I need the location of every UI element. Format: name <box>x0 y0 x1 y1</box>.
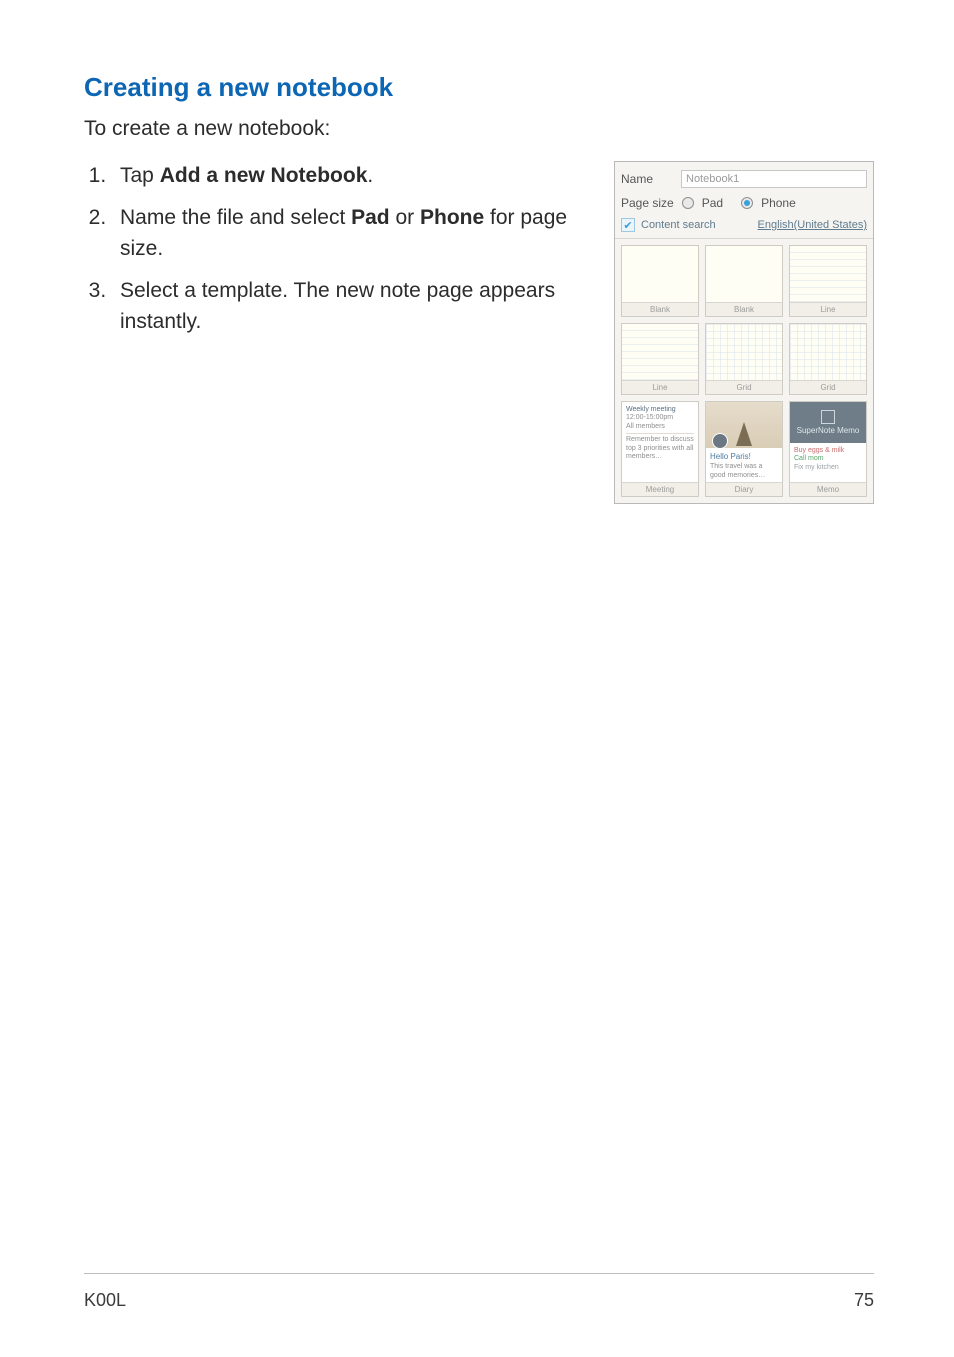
page-footer: K00L 75 <box>84 1273 874 1311</box>
template-memo[interactable]: SuperNote Memo Buy eggs & milk Call mom … <box>789 401 867 497</box>
notebook-name-input[interactable] <box>681 170 867 188</box>
caption-blank: Blank <box>622 303 698 316</box>
template-meeting[interactable]: Weekly meeting 12:00-15:00pm All members… <box>621 401 699 497</box>
template-line-2[interactable]: Line <box>621 323 699 395</box>
meeting-title: Weekly meeting <box>626 406 694 414</box>
step-2-mid: or <box>390 206 420 229</box>
memo-header: SuperNote Memo <box>790 402 866 443</box>
radio-pad[interactable] <box>682 197 694 209</box>
template-line-1[interactable]: Line <box>789 245 867 317</box>
diary-title: Hello Paris! <box>710 452 778 462</box>
meeting-note: Remember to discuss top 3 priorities wit… <box>626 433 694 461</box>
step-1-pre: Tap <box>120 164 160 187</box>
section-heading: Creating a new notebook <box>84 72 874 103</box>
preview-line <box>622 324 698 381</box>
step-3: Select a template. The new note page app… <box>112 276 586 337</box>
caption-line: Line <box>790 303 866 316</box>
template-grid-2[interactable]: Grid <box>789 323 867 395</box>
caption-grid: Grid <box>706 381 782 394</box>
name-label: Name <box>621 172 673 186</box>
preview-blank <box>706 246 782 303</box>
step-1-post: . <box>367 164 373 187</box>
caption-meeting: Meeting <box>622 482 698 496</box>
step-1: Tap Add a new Notebook. <box>112 161 586 191</box>
content-search-label: Content search <box>641 219 716 231</box>
memo-icon <box>821 410 835 424</box>
caption-memo: Memo <box>790 482 866 496</box>
diary-photo <box>706 402 782 448</box>
template-blank-1[interactable]: Blank <box>621 245 699 317</box>
preview-line <box>790 246 866 303</box>
caption-diary: Diary <box>706 482 782 496</box>
radio-pad-label: Pad <box>702 196 723 210</box>
memo-brand: SuperNote Memo <box>797 426 860 435</box>
step-2-bold-1: Pad <box>351 206 390 229</box>
memo-item-1: Buy eggs & milk <box>794 447 862 455</box>
intro-text: To create a new notebook: <box>84 117 874 141</box>
preview-grid <box>706 324 782 381</box>
template-grid: Blank Blank Line Line Grid <box>615 239 873 401</box>
step-1-bold: Add a new Notebook <box>160 164 368 187</box>
avatar-icon <box>712 433 728 449</box>
new-notebook-dialog: Name Page size Pad Phone ✔ Content searc… <box>614 161 874 504</box>
footer-page-number: 75 <box>854 1290 874 1311</box>
step-2-bold-2: Phone <box>420 206 484 229</box>
template-diary[interactable]: Hello Paris! This travel was a good memo… <box>705 401 783 497</box>
pagesize-label: Page size <box>621 196 674 210</box>
diary-text: This travel was a good memories… <box>710 463 778 480</box>
template-grid-1[interactable]: Grid <box>705 323 783 395</box>
content-search-checkbox[interactable]: ✔ <box>621 218 635 232</box>
step-2: Name the file and select Pad or Phone fo… <box>112 203 586 264</box>
caption-grid: Grid <box>790 381 866 394</box>
footer-model: K00L <box>84 1290 126 1311</box>
memo-item-3: Fix my kitchen <box>794 464 862 472</box>
radio-phone[interactable] <box>741 197 753 209</box>
template-blank-2[interactable]: Blank <box>705 245 783 317</box>
step-2-pre: Name the file and select <box>120 206 351 229</box>
memo-item-2: Call mom <box>794 455 862 463</box>
caption-line: Line <box>622 381 698 394</box>
preview-blank <box>622 246 698 303</box>
meeting-members: All members <box>626 423 694 431</box>
language-selector[interactable]: English(United States) <box>758 219 867 231</box>
steps-list: Tap Add a new Notebook. Name the file an… <box>84 161 586 337</box>
radio-phone-label: Phone <box>761 196 796 210</box>
caption-blank: Blank <box>706 303 782 316</box>
preview-grid <box>790 324 866 381</box>
meeting-time: 12:00-15:00pm <box>626 414 694 422</box>
